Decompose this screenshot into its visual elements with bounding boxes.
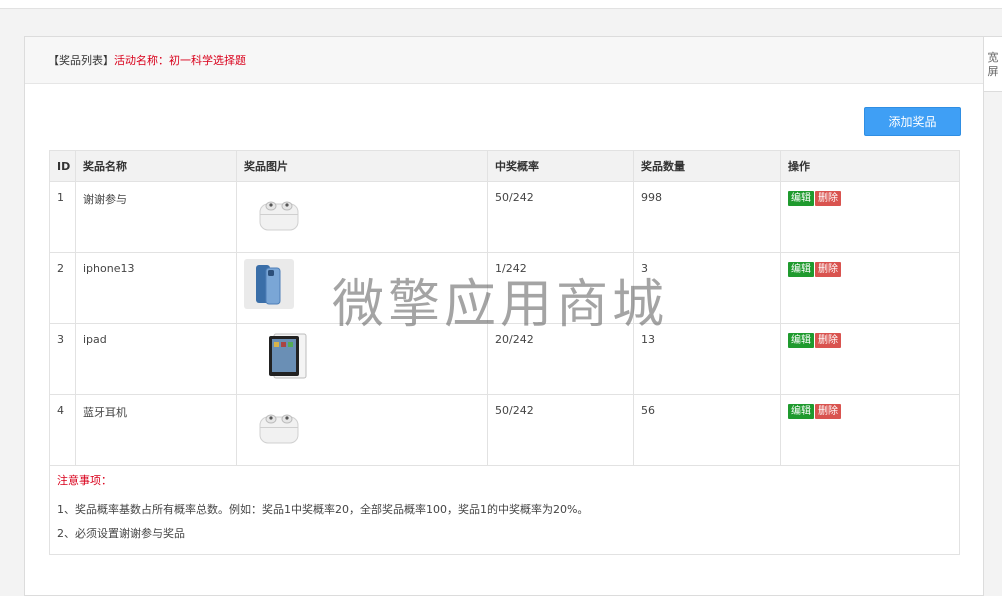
- edit-button[interactable]: 编辑: [788, 262, 814, 277]
- edit-button[interactable]: 编辑: [788, 404, 814, 419]
- col-header-image: 奖品图片: [236, 150, 488, 182]
- prize-table: ID 奖品名称 奖品图片 中奖概率 奖品数量 操作 1 谢谢参与 50/242 …: [49, 150, 960, 555]
- notes-cell: 注意事项： 1、奖品概率基数占所有概率总数。例如：奖品1中奖概率20，全部奖品概…: [49, 465, 960, 555]
- table-header-row: ID 奖品名称 奖品图片 中奖概率 奖品数量 操作: [49, 150, 960, 182]
- cell-quantity: 3: [633, 252, 781, 324]
- col-header-quantity: 奖品数量: [633, 150, 781, 182]
- cell-image: [236, 394, 488, 466]
- activity-name: 活动名称：初一科学选择题: [114, 54, 246, 67]
- ipad-image: [269, 333, 307, 379]
- page-title: 【奖品列表】: [48, 54, 114, 67]
- prize-table-wrap: ID 奖品名称 奖品图片 中奖概率 奖品数量 操作 1 谢谢参与 50/242 …: [49, 150, 960, 555]
- notes-row: 注意事项： 1、奖品概率基数占所有概率总数。例如：奖品1中奖概率20，全部奖品概…: [49, 465, 960, 555]
- airpods-image: [259, 414, 299, 444]
- cell-name: 蓝牙耳机: [75, 394, 237, 466]
- cell-actions: 编辑 删除: [780, 394, 960, 466]
- cell-image: [236, 181, 488, 253]
- note-line: 2、必须设置谢谢参与奖品: [57, 527, 185, 540]
- cell-probability: 20/242: [487, 323, 634, 395]
- iphone-image: [244, 259, 294, 309]
- cell-actions: 编辑 删除: [780, 252, 960, 324]
- edit-button[interactable]: 编辑: [788, 333, 814, 348]
- note-line: 1、奖品概率基数占所有概率总数。例如：奖品1中奖概率20，全部奖品概率100，奖…: [57, 503, 589, 516]
- table-row: 2 iphone13 1/242 3 编辑 删除: [49, 252, 960, 324]
- cell-name: iphone13: [75, 252, 237, 324]
- cell-image: [236, 252, 488, 324]
- prize-panel: 【奖品列表】 活动名称：初一科学选择题 添加奖品 ID 奖品名称 奖品图片 中奖…: [24, 36, 984, 596]
- notes-title: 注意事项：: [57, 474, 112, 487]
- delete-button[interactable]: 删除: [815, 404, 841, 419]
- delete-button[interactable]: 删除: [815, 191, 841, 206]
- edit-button[interactable]: 编辑: [788, 191, 814, 206]
- cell-probability: 1/242: [487, 252, 634, 324]
- cell-quantity: 56: [633, 394, 781, 466]
- col-header-actions: 操作: [780, 150, 960, 182]
- cell-id: 1: [49, 181, 76, 253]
- wide-screen-toggle[interactable]: 宽屏: [983, 36, 1002, 92]
- cell-id: 2: [49, 252, 76, 324]
- cell-quantity: 998: [633, 181, 781, 253]
- cell-quantity: 13: [633, 323, 781, 395]
- table-row: 1 谢谢参与 50/242 998 编辑 删除: [49, 181, 960, 253]
- col-header-probability: 中奖概率: [487, 150, 634, 182]
- col-header-id: ID: [49, 150, 76, 182]
- cell-probability: 50/242: [487, 181, 634, 253]
- table-row: 3 ipad 20/242 13 编辑 删除: [49, 323, 960, 395]
- delete-button[interactable]: 删除: [815, 333, 841, 348]
- cell-name: ipad: [75, 323, 237, 395]
- cell-image: [236, 323, 488, 395]
- col-header-name: 奖品名称: [75, 150, 237, 182]
- top-bar: [0, 0, 1002, 9]
- table-row: 4 蓝牙耳机 50/242 56 编辑 删除: [49, 394, 960, 466]
- cell-id: 4: [49, 394, 76, 466]
- delete-button[interactable]: 删除: [815, 262, 841, 277]
- airpods-image: [259, 201, 299, 231]
- add-prize-button[interactable]: 添加奖品: [864, 107, 961, 136]
- cell-id: 3: [49, 323, 76, 395]
- cell-actions: 编辑 删除: [780, 323, 960, 395]
- cell-name: 谢谢参与: [75, 181, 237, 253]
- panel-header: 【奖品列表】 活动名称：初一科学选择题: [25, 37, 983, 84]
- cell-actions: 编辑 删除: [780, 181, 960, 253]
- cell-probability: 50/242: [487, 394, 634, 466]
